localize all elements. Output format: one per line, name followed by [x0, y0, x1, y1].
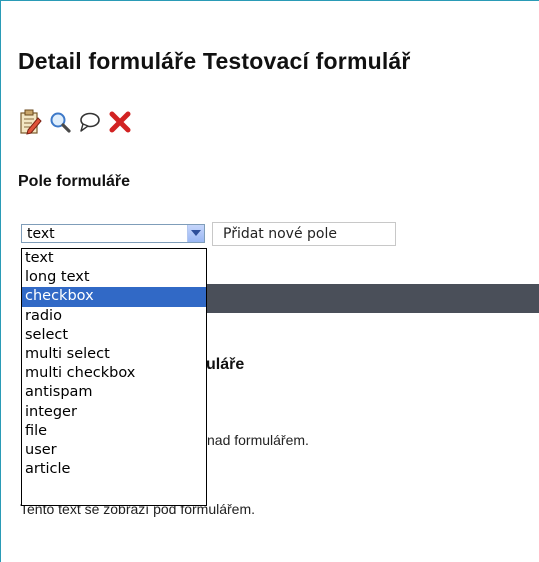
dropdown-option[interactable]: select: [22, 326, 206, 345]
dropdown-option-selected[interactable]: checkbox: [22, 287, 206, 307]
table-header-bar: [205, 284, 539, 313]
dropdown-option[interactable]: article: [22, 460, 206, 479]
page-title: Detail formuláře Testovací formulář: [18, 48, 411, 74]
delete-icon[interactable]: [108, 108, 132, 136]
edit-icon[interactable]: [18, 108, 42, 136]
frame-top-border: [0, 0, 539, 1]
fields-section-title: Pole formuláře: [18, 173, 131, 190]
field-type-select-value: text: [27, 226, 55, 242]
dropdown-option[interactable]: integer: [22, 403, 206, 422]
add-field-button[interactable]: Přidat nové pole: [212, 222, 396, 246]
dropdown-option[interactable]: user: [22, 441, 206, 460]
dropdown-option[interactable]: text: [22, 249, 206, 268]
frame-left-border: [0, 0, 1, 562]
dropdown-option[interactable]: multi select: [22, 345, 206, 364]
dropdown-option[interactable]: antispam: [22, 383, 206, 402]
toolbar: [18, 108, 218, 138]
comment-icon[interactable]: [78, 108, 102, 136]
search-icon[interactable]: [48, 108, 72, 136]
dropdown-option[interactable]: multi checkbox: [22, 364, 206, 383]
dropdown-option[interactable]: long text: [22, 268, 206, 287]
dropdown-option[interactable]: radio: [22, 307, 206, 326]
field-type-select[interactable]: text: [21, 224, 205, 243]
chevron-down-icon[interactable]: [187, 225, 204, 242]
field-type-dropdown-list[interactable]: text long text checkbox radio select mul…: [21, 248, 207, 506]
dropdown-option[interactable]: file: [22, 422, 206, 441]
